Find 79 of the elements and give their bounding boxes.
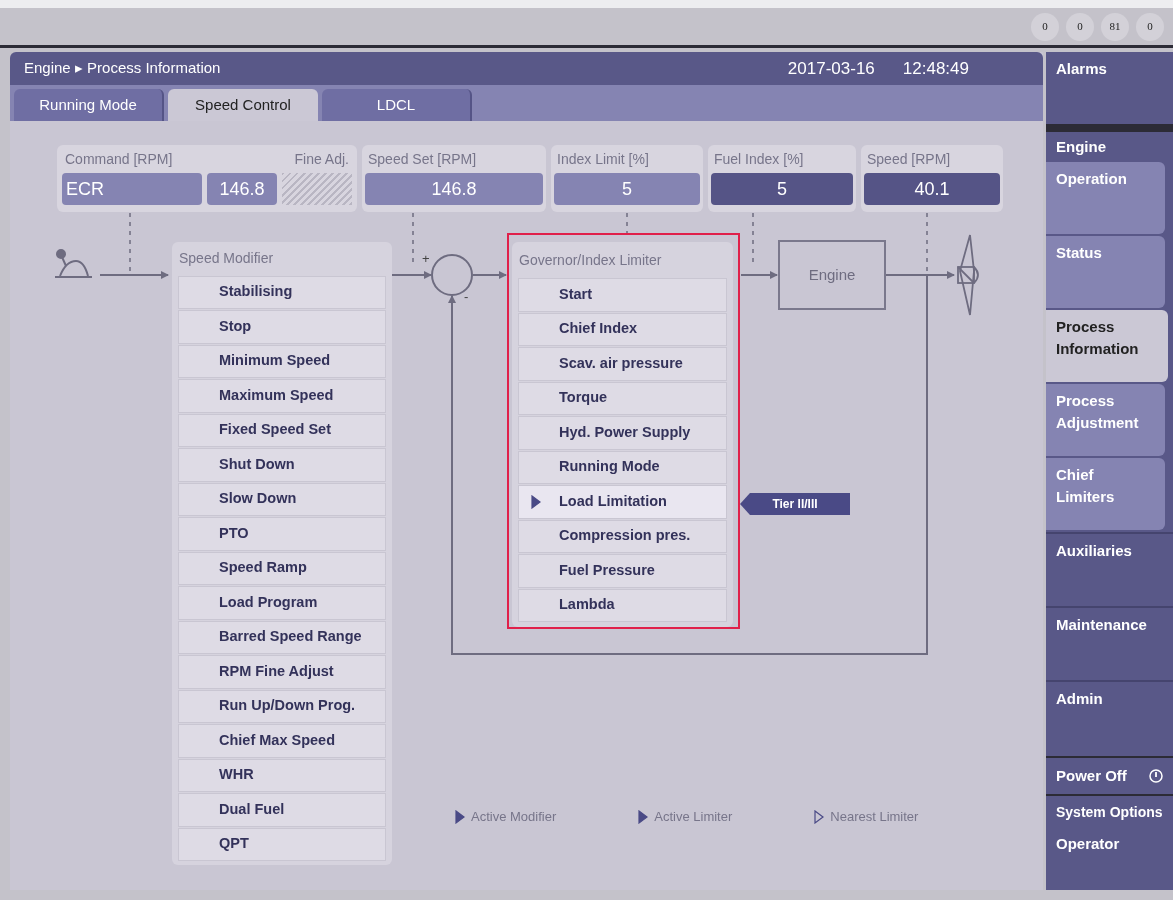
connector-arrow [740, 271, 778, 279]
list-row[interactable]: Stabilising [178, 275, 386, 309]
readout-value: 146.8 [207, 173, 277, 205]
tab[interactable]: Speed Control [168, 89, 318, 121]
hatched-field [282, 173, 352, 205]
list-row[interactable]: Shut Down [178, 448, 386, 482]
readout-value: 40.1 [864, 173, 1000, 205]
list-row[interactable]: Hyd. Power Supply [518, 416, 727, 450]
readout-label: Speed Set [RPM] [367, 150, 478, 169]
list-row[interactable]: WHR [178, 758, 386, 792]
limit-tag: Tier II/III [740, 493, 850, 515]
readout-value: 5 [554, 173, 700, 205]
engine-block: Engine [778, 240, 886, 310]
status-counter: 0 [1136, 12, 1164, 41]
nav-item[interactable]: Process Adjustment [1046, 384, 1165, 456]
list-row[interactable]: Barred Speed Range [178, 620, 386, 654]
plus-sign: + [422, 250, 430, 268]
panel-title: Governor/Index Limiter [518, 250, 663, 270]
date-text: 2017-03-16 [787, 57, 875, 80]
readout-label: Fuel Index [%] [713, 150, 805, 169]
readout-label: Command [RPM] [65, 150, 173, 169]
list-row[interactable]: Fuel Pressure [518, 554, 727, 588]
status-counter: 0 [1031, 12, 1059, 41]
list-row[interactable]: QPT [178, 827, 386, 861]
panel-title: Speed Modifier [178, 249, 275, 269]
list-row[interactable]: Minimum Speed [178, 344, 386, 378]
readout-label: Speed [RPM] [866, 150, 952, 169]
alarms-button[interactable]: Alarms [1046, 52, 1173, 124]
legend-label: Active Limiter [654, 808, 733, 826]
list-row[interactable]: Scav. air pressure [518, 347, 727, 381]
readout-label: Fine Adj. [294, 150, 349, 169]
tab[interactable]: Running Mode [14, 89, 164, 121]
connector-arrow [472, 271, 507, 279]
nav-item[interactable]: Chief Limiters [1046, 458, 1165, 530]
list-row[interactable]: Torque [518, 381, 727, 415]
connector-arrow [99, 271, 169, 279]
power-off-button[interactable]: Power Off [1046, 758, 1173, 794]
nav-item[interactable]: Process Information [1046, 310, 1168, 382]
list-row[interactable]: RPM Fine Adjust [178, 655, 386, 689]
list-row[interactable]: Dual Fuel [178, 793, 386, 827]
list-row[interactable]: Speed Ramp [178, 551, 386, 585]
list-row[interactable]: Run Up/Down Prog. [178, 689, 386, 723]
nav-item[interactable]: Status [1046, 236, 1165, 308]
list-row[interactable]: Maximum Speed [178, 379, 386, 413]
tab[interactable]: LDCL [322, 89, 472, 121]
list-row[interactable]: Start [518, 278, 727, 312]
triangle-marker-icon [531, 494, 541, 509]
system-options-button[interactable]: System Options [1056, 802, 1163, 823]
connector-arrow [391, 271, 432, 279]
list-row[interactable]: Lambda [518, 588, 727, 622]
list-row[interactable]: Chief Index [518, 312, 727, 346]
connector-arrow [885, 271, 955, 279]
status-counter: 81 [1101, 12, 1129, 41]
legend-label: Active Modifier [471, 808, 557, 826]
readout-value: ECR [62, 173, 202, 205]
list-row[interactable]: Fixed Speed Set [178, 413, 386, 447]
legend-label: Nearest Limiter [830, 808, 919, 826]
readout-label: Index Limit [%] [556, 150, 650, 169]
list-row[interactable]: Compression pres. [518, 519, 727, 553]
breadcrumb: Engine ▸ Process Information [24, 58, 221, 79]
list-row[interactable]: PTO [178, 517, 386, 551]
minus-sign: - [464, 288, 469, 306]
list-row[interactable]: Stop [178, 310, 386, 344]
list-row[interactable]: Chief Max Speed [178, 724, 386, 758]
time-text: 12:48:49 [902, 57, 969, 80]
operator-label: Operator [1056, 834, 1121, 854]
readout-value: 5 [711, 173, 853, 205]
propeller-icon [957, 234, 979, 316]
power-icon [1149, 769, 1163, 783]
section-header: Engine [1055, 136, 1107, 157]
status-counter: 0 [1066, 12, 1094, 41]
list-row[interactable]: Load Program [178, 586, 386, 620]
list-row[interactable]: Load Limitation [518, 485, 727, 519]
list-row[interactable]: Slow Down [178, 482, 386, 516]
nav-item[interactable]: Operation [1046, 162, 1165, 234]
list-row[interactable]: Running Mode [518, 450, 727, 484]
lever-icon [54, 249, 93, 278]
summing-junction-icon [431, 254, 473, 296]
readout-value: 146.8 [365, 173, 543, 205]
